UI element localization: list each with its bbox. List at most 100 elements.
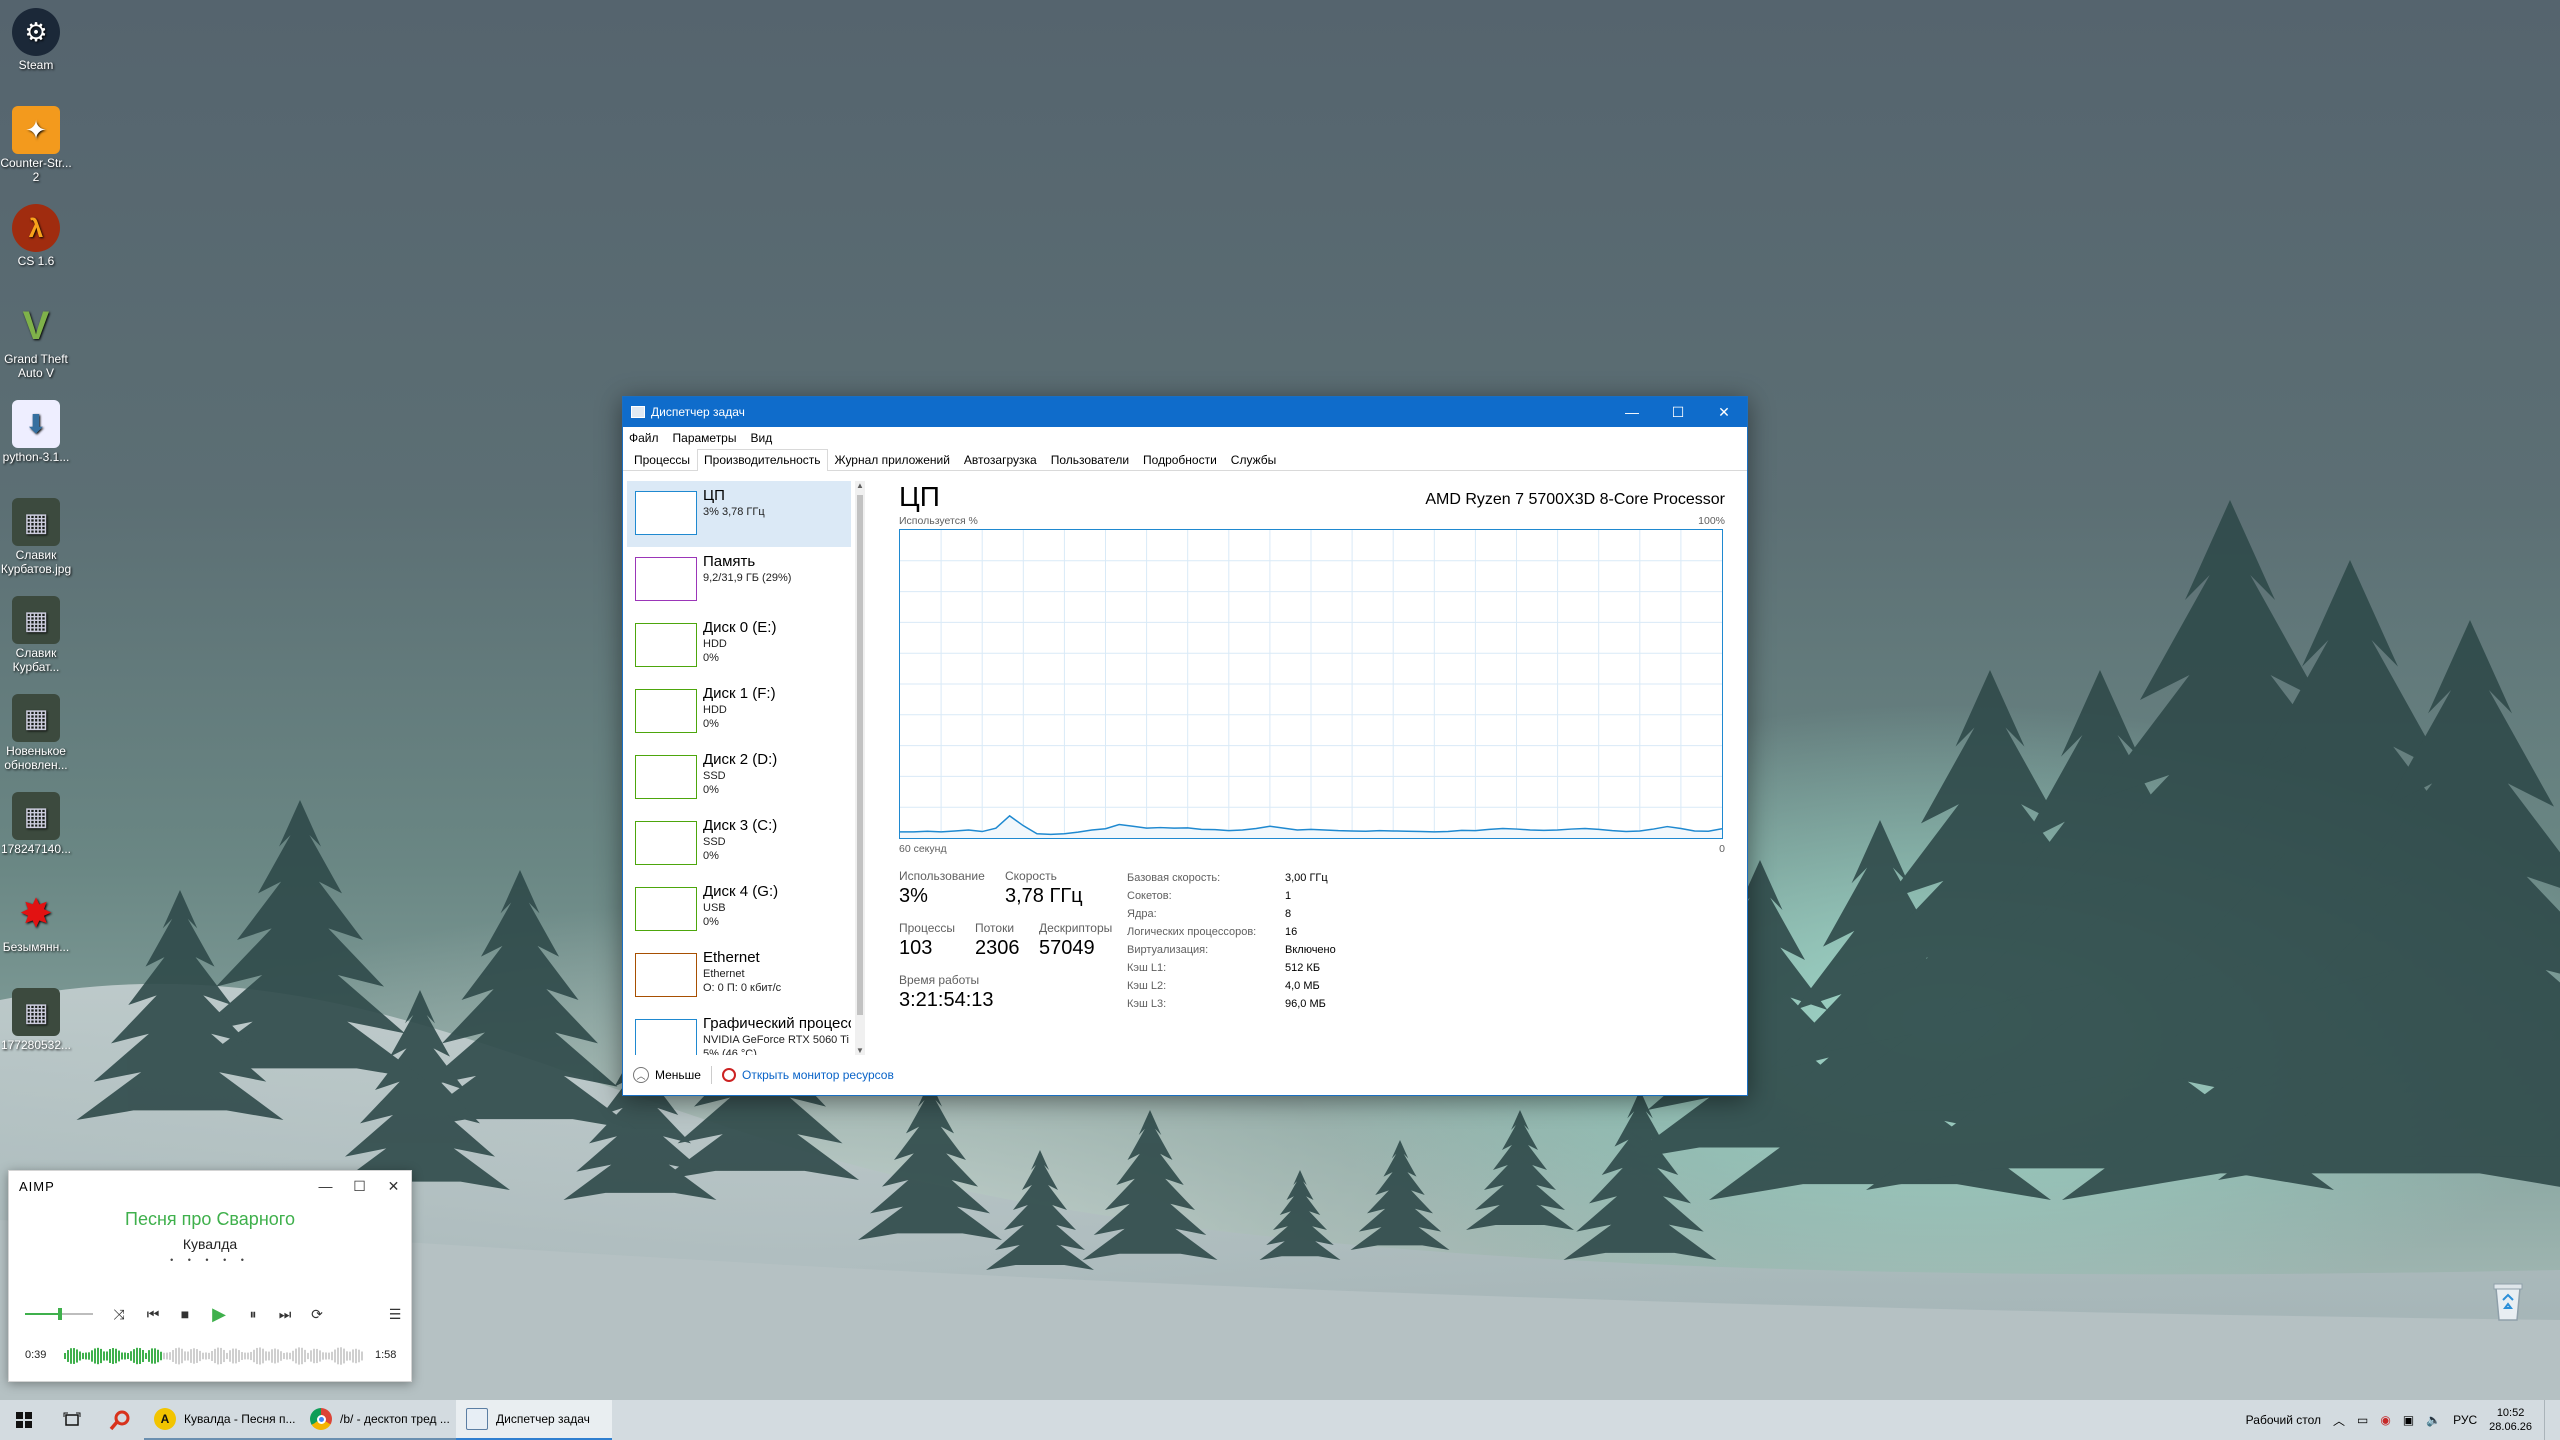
resource-detail: 5% (46 °C) xyxy=(703,1048,757,1055)
antivirus-icon[interactable]: ◉ xyxy=(2380,1413,2390,1427)
network-icon[interactable]: ▣ xyxy=(2403,1413,2414,1427)
resource-monitor-icon xyxy=(721,1068,736,1082)
aimp-player[interactable]: AIMP — ☐ ✕ Песня про Сварного Кувалда • … xyxy=(8,1170,412,1382)
resource-mini-graph xyxy=(635,755,697,799)
scroll-down-arrow[interactable]: ▼ xyxy=(855,1046,865,1055)
aimp-close-button[interactable]: ✕ xyxy=(377,1178,411,1195)
footer-bar: ︿ Меньше Открыть монитор ресурсов xyxy=(623,1055,1747,1095)
repeat-icon[interactable]: ⟳ xyxy=(305,1303,329,1325)
desktop-toolbar[interactable]: Рабочий стол xyxy=(2246,1413,2321,1427)
aimp-title-bar[interactable]: AIMP — ☐ ✕ xyxy=(9,1171,411,1201)
resource-item[interactable]: Диск 3 (C:) SSD 0% xyxy=(627,811,851,877)
desktop-icon[interactable]: λ CS 1.6 xyxy=(0,196,72,268)
threads-label: Потоки xyxy=(975,921,1015,935)
resource-detail: USB xyxy=(703,902,726,914)
tab-services[interactable]: Службы xyxy=(1224,449,1283,470)
scroll-thumb[interactable] xyxy=(857,495,863,1015)
close-button[interactable]: ✕ xyxy=(1701,397,1747,427)
panel-title: ЦП xyxy=(899,481,940,512)
tab-details[interactable]: Подробности xyxy=(1136,449,1224,470)
play-icon[interactable]: ▶ xyxy=(207,1303,231,1325)
tab-app-history[interactable]: Журнал приложений xyxy=(828,449,957,470)
resource-item[interactable]: Диск 4 (G:) USB 0% xyxy=(627,877,851,943)
stop-icon[interactable]: ■ xyxy=(173,1303,197,1325)
playlist-icon[interactable]: ☰ xyxy=(383,1303,407,1325)
desktop-icon[interactable]: ▦ Новенькое обновлен... xyxy=(0,686,72,772)
search-icon xyxy=(109,1410,130,1431)
resource-name: Ethernet xyxy=(703,949,760,966)
resource-item[interactable]: ЦП 3% 3,78 ГГц xyxy=(627,481,851,547)
resource-item[interactable]: Диск 1 (F:) HDD 0% xyxy=(627,679,851,745)
tray-window-icon[interactable]: ▭ xyxy=(2357,1413,2368,1427)
scroll-up-arrow[interactable]: ▲ xyxy=(855,481,865,490)
resource-detail: 0% xyxy=(703,850,719,862)
desktop-icon[interactable]: ▦ Славик Курбатов.jpg xyxy=(0,490,72,576)
next-track-icon[interactable]: ⏭ xyxy=(273,1303,297,1325)
start-button[interactable] xyxy=(0,1400,48,1440)
maximize-button[interactable]: ☐ xyxy=(1655,397,1701,427)
image-file-icon: ▦ xyxy=(12,694,60,742)
desktop-icon-label: Grand Theft Auto V xyxy=(4,352,68,380)
tab-performance[interactable]: Производительность xyxy=(697,449,828,471)
tab-startup[interactable]: Автозагрузка xyxy=(957,449,1044,470)
menu-options[interactable]: Параметры xyxy=(673,431,737,445)
recycle-bin-icon[interactable] xyxy=(2488,1278,2528,1322)
taskbar-app-aimp[interactable]: A Кувалда - Песня п... xyxy=(144,1400,300,1440)
spec-key: Кэш L1: xyxy=(1127,962,1167,974)
language-indicator[interactable]: РУС xyxy=(2453,1413,2477,1427)
desktop-icon[interactable]: ▦ 178247140... xyxy=(0,784,72,856)
rating-dots[interactable]: • • • • • xyxy=(9,1255,411,1265)
aimp-minimize-button[interactable]: — xyxy=(309,1178,343,1194)
resource-item[interactable]: Диск 2 (D:) SSD 0% xyxy=(627,745,851,811)
menu-view[interactable]: Вид xyxy=(750,431,772,445)
desktop-icon[interactable]: ✸ Безымянн... xyxy=(0,882,72,954)
aimp-maximize-button[interactable]: ☐ xyxy=(343,1178,377,1195)
resource-name: Диск 4 (G:) xyxy=(703,883,779,900)
task-manager-window[interactable]: Диспетчер задач — ☐ ✕ Файл Параметры Вид… xyxy=(622,396,1748,1096)
show-desktop-button[interactable] xyxy=(2544,1400,2550,1440)
title-bar[interactable]: Диспетчер задач — ☐ ✕ xyxy=(623,397,1747,427)
resource-list-scrollbar[interactable]: ▲ ▼ xyxy=(855,481,865,1055)
fewer-details-button[interactable]: Меньше xyxy=(655,1068,701,1082)
resource-item[interactable]: Графический процессор NVIDIA GeForce RTX … xyxy=(627,1009,851,1055)
taskbar-app-task-manager[interactable]: Диспетчер задач xyxy=(456,1400,612,1440)
tab-users[interactable]: Пользователи xyxy=(1044,449,1136,470)
menu-file[interactable]: Файл xyxy=(629,431,659,445)
taskbar-app-label: Диспетчер задач xyxy=(496,1412,590,1426)
task-view-button[interactable] xyxy=(48,1400,96,1440)
resource-detail: О: 0 П: 0 кбит/с xyxy=(703,982,782,994)
resource-item[interactable]: Диск 0 (E:) HDD 0% xyxy=(627,613,851,679)
processor-name: AMD Ryzen 7 5700X3D 8-Core Processor xyxy=(1425,491,1725,508)
open-resource-monitor-link[interactable]: Открыть монитор ресурсов xyxy=(742,1068,894,1082)
volume-icon[interactable]: 🔈 xyxy=(2426,1413,2441,1427)
waveform[interactable] xyxy=(64,1343,364,1369)
volume-slider[interactable] xyxy=(25,1308,93,1320)
taskbar-app-chrome[interactable]: /b/ - десктоп тред ... xyxy=(300,1400,456,1440)
tab-processes[interactable]: Процессы xyxy=(627,449,697,470)
resource-detail: 9,2/31,9 ГБ (29%) xyxy=(703,572,792,584)
resource-item[interactable]: Память 9,2/31,9 ГБ (29%) xyxy=(627,547,851,613)
desktop-icon[interactable]: ⚙ Steam xyxy=(0,0,72,72)
volume-knob[interactable] xyxy=(58,1308,63,1320)
clock[interactable]: 10:52 28.06.26 xyxy=(2489,1406,2532,1434)
desktop-icon[interactable]: ▦ 177280532... xyxy=(0,980,72,1052)
spec-value: Включено xyxy=(1285,944,1336,956)
chevron-up-icon[interactable]: ︿ xyxy=(633,1067,649,1083)
shuffle-icon[interactable]: ⤨ xyxy=(107,1303,131,1325)
counter-strike-icon: ✦ xyxy=(12,106,60,154)
seek-bar[interactable]: 0:39 1:58 xyxy=(9,1341,411,1371)
resource-mini-graph xyxy=(635,557,697,601)
resource-item[interactable]: Ethernet Ethernet О: 0 П: 0 кбит/с xyxy=(627,943,851,1009)
desktop-icon[interactable]: ✦ Counter-Str... 2 xyxy=(0,98,72,184)
desktop-icon[interactable]: V Grand Theft Auto V xyxy=(0,294,72,380)
resource-mini-graph xyxy=(635,491,697,535)
show-hidden-icons-icon[interactable]: ︿ xyxy=(2333,1412,2345,1429)
previous-track-icon[interactable]: ⏮ xyxy=(141,1303,165,1325)
pause-icon[interactable]: ⏸ xyxy=(241,1303,265,1325)
search-button[interactable] xyxy=(96,1400,144,1440)
desktop-icon[interactable]: ⬇ python-3.1... xyxy=(0,392,72,464)
image-file-icon: ▦ xyxy=(12,596,60,644)
minimize-button[interactable]: — xyxy=(1609,397,1655,427)
processes-value: 103 xyxy=(899,937,933,959)
desktop-icon[interactable]: ▦ Славик Курбат... xyxy=(0,588,72,674)
